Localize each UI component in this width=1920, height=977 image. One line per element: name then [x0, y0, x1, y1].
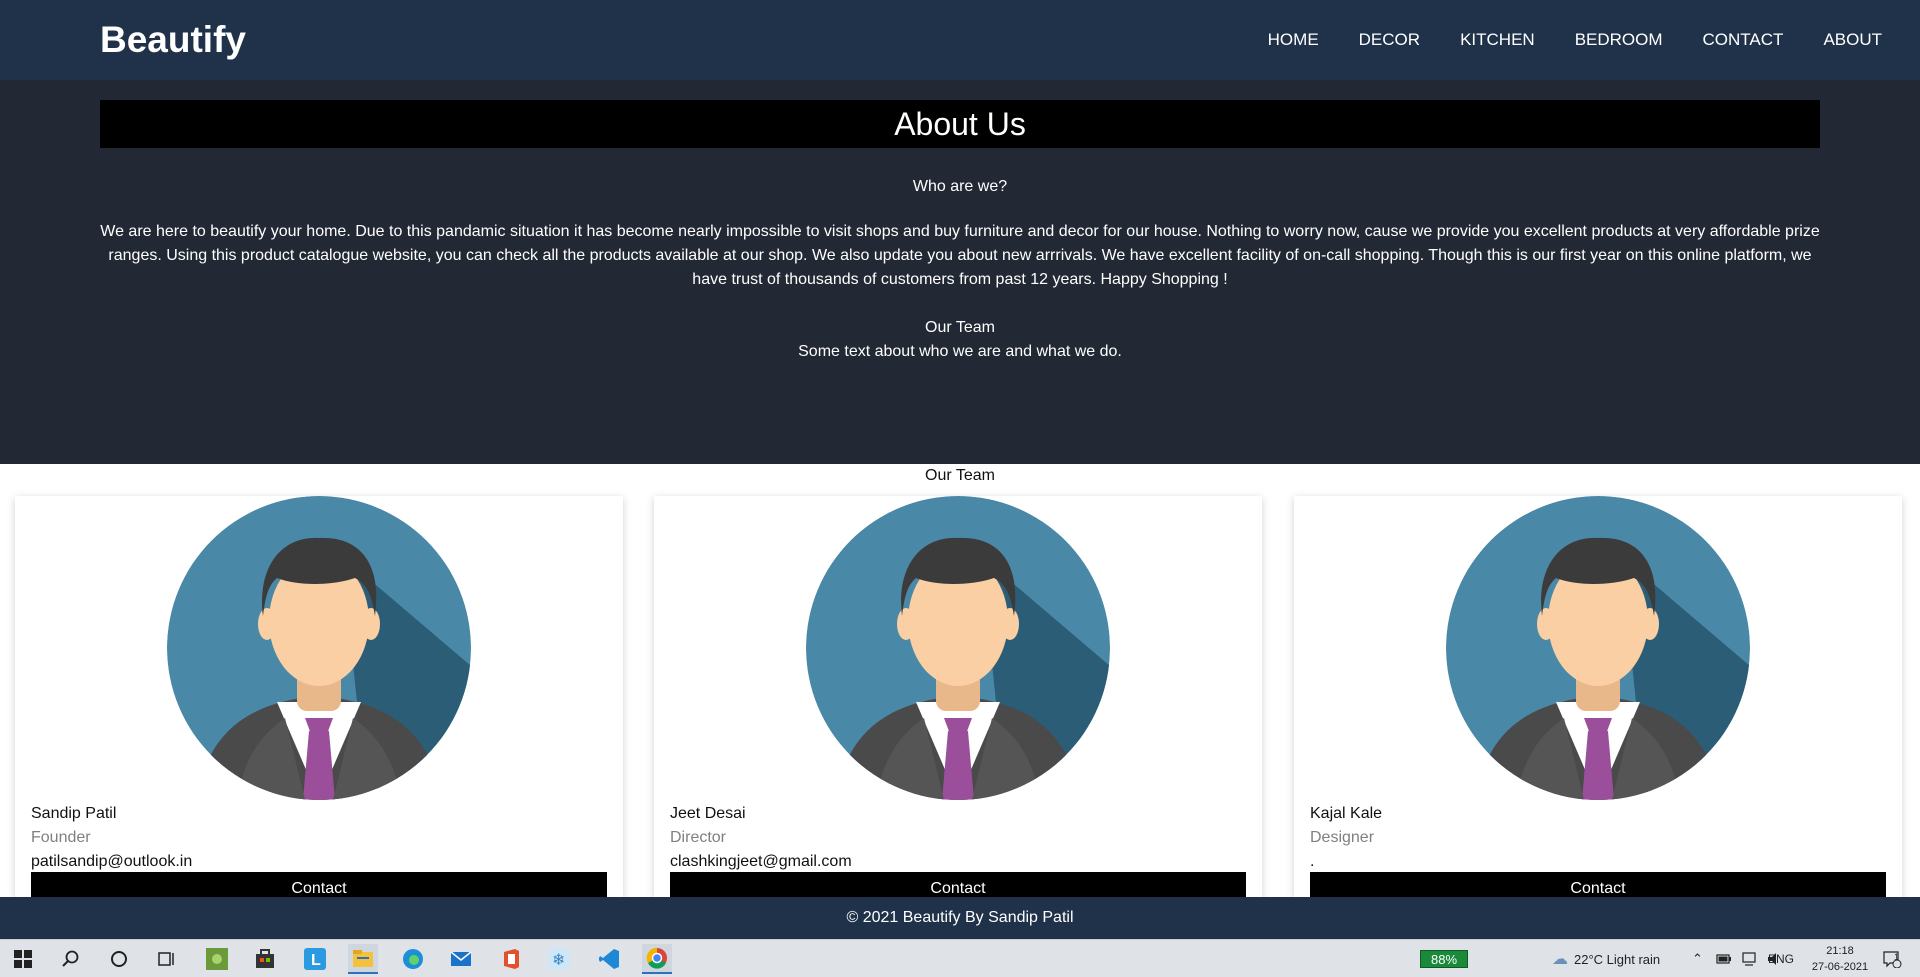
- brand-logo[interactable]: Beautify: [100, 18, 246, 62]
- battery-icon[interactable]: [1716, 940, 1732, 977]
- cortana-icon[interactable]: [104, 944, 134, 974]
- avatar: [806, 496, 1110, 800]
- about-description: We are here to beautify your home. Due t…: [100, 223, 1820, 288]
- svg-text:L: L: [311, 952, 321, 969]
- app-green-icon[interactable]: [202, 944, 232, 974]
- member-email[interactable]: clashkingjeet@gmail.com: [670, 850, 852, 874]
- network-icon[interactable]: [1740, 940, 1758, 977]
- member-name: Jeet Desai: [670, 805, 746, 822]
- avatar: [167, 496, 471, 800]
- notification-count: 1: [1894, 952, 1900, 962]
- about-team-title: Our Team: [925, 319, 995, 336]
- avatar: [1446, 496, 1750, 800]
- svg-text:❄: ❄: [552, 950, 565, 969]
- team-section-label: Our Team: [925, 467, 995, 484]
- member-name: Kajal Kale: [1310, 805, 1383, 822]
- chevron-up-icon[interactable]: ⌃: [1692, 940, 1703, 977]
- mail-icon[interactable]: [446, 944, 476, 974]
- about-team-subtitle: Some text about who we are and what we d…: [798, 343, 1122, 360]
- clock[interactable]: 21:18 27-06-2021: [1810, 943, 1870, 975]
- nav-home[interactable]: HOME: [1268, 28, 1319, 52]
- member-name: Sandip Patil: [31, 805, 117, 822]
- search-icon[interactable]: [56, 944, 86, 974]
- vscode-icon[interactable]: [594, 944, 624, 974]
- member-email[interactable]: patilsandip@outlook.in: [31, 850, 192, 874]
- member-email[interactable]: .: [1310, 850, 1314, 874]
- about-section: About Us Who are we? We are here to beau…: [0, 80, 1920, 464]
- nav-decor[interactable]: DECOR: [1359, 28, 1420, 52]
- file-explorer-icon[interactable]: [348, 944, 378, 974]
- team-card-jeet-desai: Jeet Desai Director clashkingjeet@gmail.…: [654, 496, 1262, 906]
- about-header-bar: About Us: [100, 100, 1820, 148]
- battery-indicator[interactable]: 88%: [1420, 950, 1468, 968]
- snowflake-app-icon[interactable]: ❄: [544, 944, 574, 974]
- team-card-kajal-kale: Kajal Kale Designer . Contact: [1294, 496, 1902, 906]
- member-role: Designer: [1310, 829, 1375, 846]
- chrome-icon[interactable]: [642, 944, 672, 974]
- nav-about[interactable]: ABOUT: [1823, 28, 1882, 52]
- page-title: About Us: [894, 106, 1026, 142]
- windows-taskbar: L ❄ 88% ☁ 22°C Light rain ⌃ ENG 21:18 27…: [0, 939, 1920, 977]
- clock-time: 21:18: [1826, 945, 1854, 957]
- member-role: Founder: [31, 829, 91, 846]
- about-question: Who are we?: [912, 178, 1008, 195]
- office-icon[interactable]: [496, 944, 526, 974]
- windows-start-icon[interactable]: [8, 944, 38, 974]
- app-l-icon[interactable]: L: [300, 944, 330, 974]
- weather-text: 22°C Light rain: [1574, 951, 1661, 967]
- edge-icon[interactable]: [398, 944, 428, 974]
- task-view-icon[interactable]: [152, 944, 182, 974]
- notification-center-icon[interactable]: 1: [1882, 940, 1902, 977]
- weather-widget[interactable]: ☁ 22°C Light rain: [1552, 940, 1660, 977]
- member-role: Director: [670, 829, 727, 846]
- language-indicator[interactable]: ENG: [1768, 940, 1794, 977]
- clock-date: 27-06-2021: [1811, 961, 1869, 973]
- footer: © 2021 Beautify By Sandip Patil: [0, 897, 1920, 939]
- main-nav: HOME DECOR KITCHEN BEDROOM CONTACT ABOUT: [1268, 28, 1882, 52]
- cloud-rain-icon: ☁: [1552, 951, 1568, 968]
- nav-contact[interactable]: CONTACT: [1703, 28, 1784, 52]
- navbar: Beautify HOME DECOR KITCHEN BEDROOM CONT…: [0, 0, 1920, 80]
- team-card-sandip-patil: Sandip Patil Founder patilsandip@outlook…: [15, 496, 623, 906]
- nav-bedroom[interactable]: BEDROOM: [1575, 28, 1663, 52]
- nav-kitchen[interactable]: KITCHEN: [1460, 28, 1535, 52]
- store-icon[interactable]: [250, 944, 280, 974]
